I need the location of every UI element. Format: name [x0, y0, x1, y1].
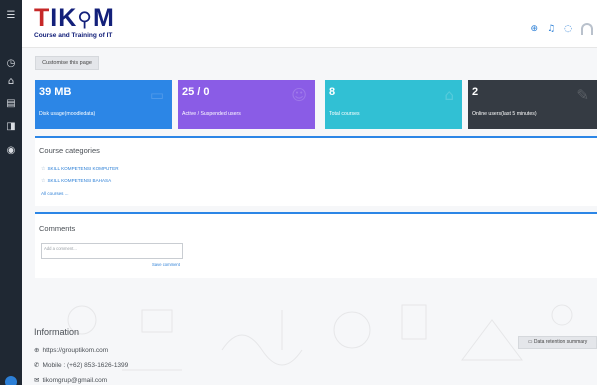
stat-card-online-users[interactable]: 2 Online users(last 5 minutes) ✎	[468, 80, 597, 129]
stat-card-courses[interactable]: 8 Total courses ⌂	[325, 80, 462, 129]
information-title: Information	[34, 327, 80, 337]
save-comment-link[interactable]: Save comment	[152, 262, 180, 267]
logo-wordmark: TIK⚲M	[34, 4, 115, 32]
retention-icon: ▭	[527, 339, 533, 345]
folder-icon: ☆	[41, 166, 46, 172]
dashboard-icon[interactable]: ◷	[0, 58, 22, 70]
header-icons: ⊕ ♫ ◌	[531, 22, 593, 36]
course-categories-block: Course categories ☆ SKILL KOMPETENSI KOMP…	[35, 138, 597, 206]
stat-card-users[interactable]: 25 / 0 Active / Suspended users ☺	[178, 80, 315, 129]
section-title: Comments	[39, 224, 76, 233]
customise-page-button[interactable]: Customise this page	[35, 56, 99, 70]
bell-icon[interactable]: ♫	[547, 24, 555, 34]
files-icon: ▭	[149, 86, 164, 104]
category-link[interactable]: ☆ SKILL KOMPETENSI BAHASA	[41, 178, 111, 184]
mobile-info: ✆ Mobile : (+62) 853-1626-1399	[34, 361, 129, 369]
all-courses-link[interactable]: All courses ...	[41, 191, 69, 196]
stat-value: 8	[329, 86, 336, 98]
section-title: Course categories	[39, 146, 100, 155]
pencil-icon: ✎	[576, 86, 589, 104]
stat-label: Disk usage(moodledata)	[39, 111, 96, 117]
comment-input[interactable]: Add a comment...	[41, 243, 183, 259]
files-icon[interactable]: ◨	[0, 121, 22, 133]
left-rail: ☰ ◷ ⌂ ▤ ◨ ◉	[0, 0, 22, 385]
globe-icon: ⊕	[34, 346, 40, 354]
comments-block: Comments Add a comment... Save comment	[35, 214, 597, 278]
menu-icon[interactable]: ☰	[0, 10, 22, 22]
courses-icon[interactable]: ◉	[0, 145, 22, 157]
stat-value: 2	[472, 86, 479, 98]
email-link[interactable]: ✉ tikomgrup@gmail.com	[34, 376, 107, 384]
stat-label: Online users(last 5 minutes)	[472, 111, 537, 117]
category-link[interactable]: ☆ SKILL KOMPETENSI KOMPUTER	[41, 166, 119, 172]
globe-icon[interactable]: ⊕	[531, 24, 539, 34]
stat-value: 39 MB	[39, 86, 72, 98]
doodle-background	[67, 304, 573, 371]
home-icon[interactable]: ⌂	[0, 76, 22, 88]
rail-bottom-indicator[interactable]	[5, 376, 17, 385]
phone-icon: ✆	[34, 361, 40, 369]
stat-card-disk-usage[interactable]: 39 MB Disk usage(moodledata) ▭	[35, 80, 172, 129]
mail-icon: ✉	[34, 376, 40, 384]
chat-icon[interactable]: ◌	[564, 24, 572, 34]
user-icon: ☺	[291, 86, 307, 104]
tikom-logo[interactable]: TIK⚲M Course and Training of IT	[34, 4, 144, 44]
folder-icon: ☆	[41, 178, 46, 184]
graduation-cap-icon: ⌂	[444, 86, 454, 104]
stat-label: Active / Suspended users	[182, 111, 241, 117]
data-retention-summary-button[interactable]: ▭ Data retention summary	[518, 336, 597, 349]
logo-tagline: Course and Training of IT	[34, 32, 113, 39]
stat-value: 25 / 0	[182, 86, 210, 98]
top-header: TIK⚲M Course and Training of IT ⊕ ♫ ◌	[22, 0, 597, 48]
user-avatar[interactable]	[581, 23, 593, 35]
website-link[interactable]: ⊕ https://grouptikom.com	[34, 346, 108, 354]
stat-label: Total courses	[329, 111, 360, 117]
calendar-icon[interactable]: ▤	[0, 98, 22, 110]
